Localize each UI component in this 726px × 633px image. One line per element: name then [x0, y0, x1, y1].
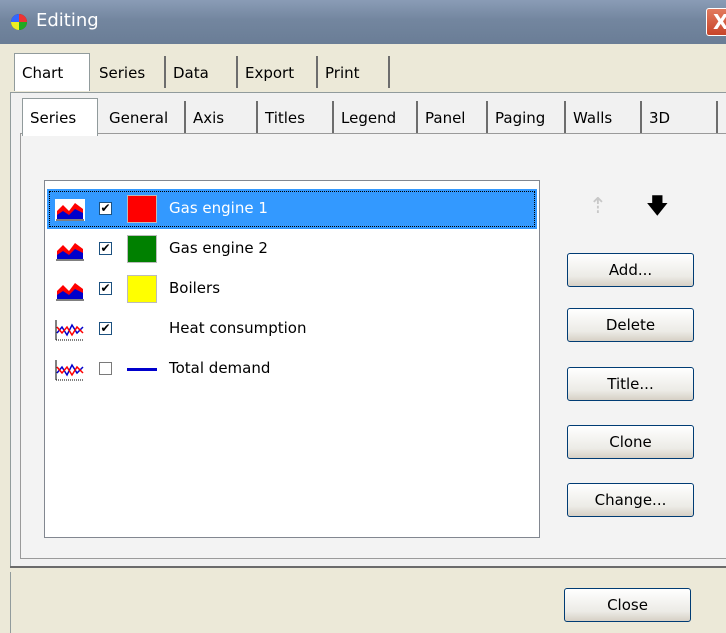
teechart-app-icon	[11, 14, 27, 30]
tab-chart[interactable]: Chart	[14, 53, 90, 91]
series-visible-checkbox[interactable]: ✔	[99, 322, 112, 335]
tab-3d[interactable]: 3D	[642, 101, 718, 133]
tab-legend[interactable]: Legend	[334, 101, 418, 133]
series-color-swatch[interactable]	[127, 235, 157, 263]
series-visible-checkbox[interactable]: ✔	[99, 202, 112, 215]
tab-series[interactable]: Series	[92, 56, 166, 88]
tab-data[interactable]: Data	[166, 56, 238, 88]
title-series-button[interactable]: Title...	[567, 367, 694, 401]
series-listbox[interactable]: ✔ Gas engine 1 ✔ Gas engine 2 ✔ Boilers	[44, 180, 540, 538]
series-row-gas-engine-2[interactable]: ✔ Gas engine 2	[47, 229, 537, 269]
series-label: Gas engine 1	[169, 199, 268, 217]
move-up-arrow-icon[interactable]: ⇡	[588, 196, 608, 218]
tab-axis[interactable]: Axis	[186, 101, 258, 133]
series-visible-checkbox[interactable]: ✔	[99, 242, 112, 255]
series-row-gas-engine-1[interactable]: ✔ Gas engine 1	[47, 189, 537, 229]
clone-series-button[interactable]: Clone	[567, 425, 694, 459]
series-label: Total demand	[169, 359, 271, 377]
series-visible-checkbox[interactable]	[99, 362, 112, 375]
series-color-swatch[interactable]	[127, 195, 157, 223]
tab-walls[interactable]: Walls	[566, 101, 642, 133]
series-color-swatch[interactable]	[127, 275, 157, 303]
series-line-style-icon[interactable]	[127, 368, 157, 371]
series-label: Boilers	[169, 279, 221, 297]
close-window-button[interactable]: X	[706, 8, 726, 36]
tab-general[interactable]: General	[102, 101, 186, 133]
focus-rectangle	[49, 191, 535, 227]
tab-inner-series[interactable]: Series	[22, 98, 98, 136]
tab-titles[interactable]: Titles	[258, 101, 334, 133]
line-chart-icon	[55, 360, 84, 381]
title-bar: Editing X	[0, 0, 726, 44]
tab-panel[interactable]: Panel	[418, 101, 488, 133]
tab-paging[interactable]: Paging	[488, 101, 566, 133]
series-row-total-demand[interactable]: Total demand	[47, 349, 537, 389]
area-chart-icon	[56, 243, 84, 261]
series-row-boilers[interactable]: ✔ Boilers	[47, 269, 537, 309]
change-series-button[interactable]: Change...	[567, 483, 694, 517]
series-row-heat-consumption[interactable]: ✔ Heat consumption	[47, 309, 537, 349]
delete-series-button[interactable]: Delete	[567, 308, 694, 342]
window-title: Editing	[36, 10, 99, 31]
add-series-button[interactable]: Add...	[567, 253, 694, 287]
series-label: Heat consumption	[169, 319, 307, 337]
area-chart-icon	[56, 283, 84, 301]
area-chart-icon	[55, 199, 85, 221]
series-label: Gas engine 2	[169, 239, 268, 257]
tab-print[interactable]: Print	[318, 56, 390, 88]
tab-export[interactable]: Export	[238, 56, 318, 88]
series-visible-checkbox[interactable]: ✔	[99, 282, 112, 295]
close-dialog-button[interactable]: Close	[564, 588, 691, 622]
move-down-arrow-icon[interactable]: 🡇	[646, 196, 669, 218]
line-chart-icon	[55, 320, 84, 341]
